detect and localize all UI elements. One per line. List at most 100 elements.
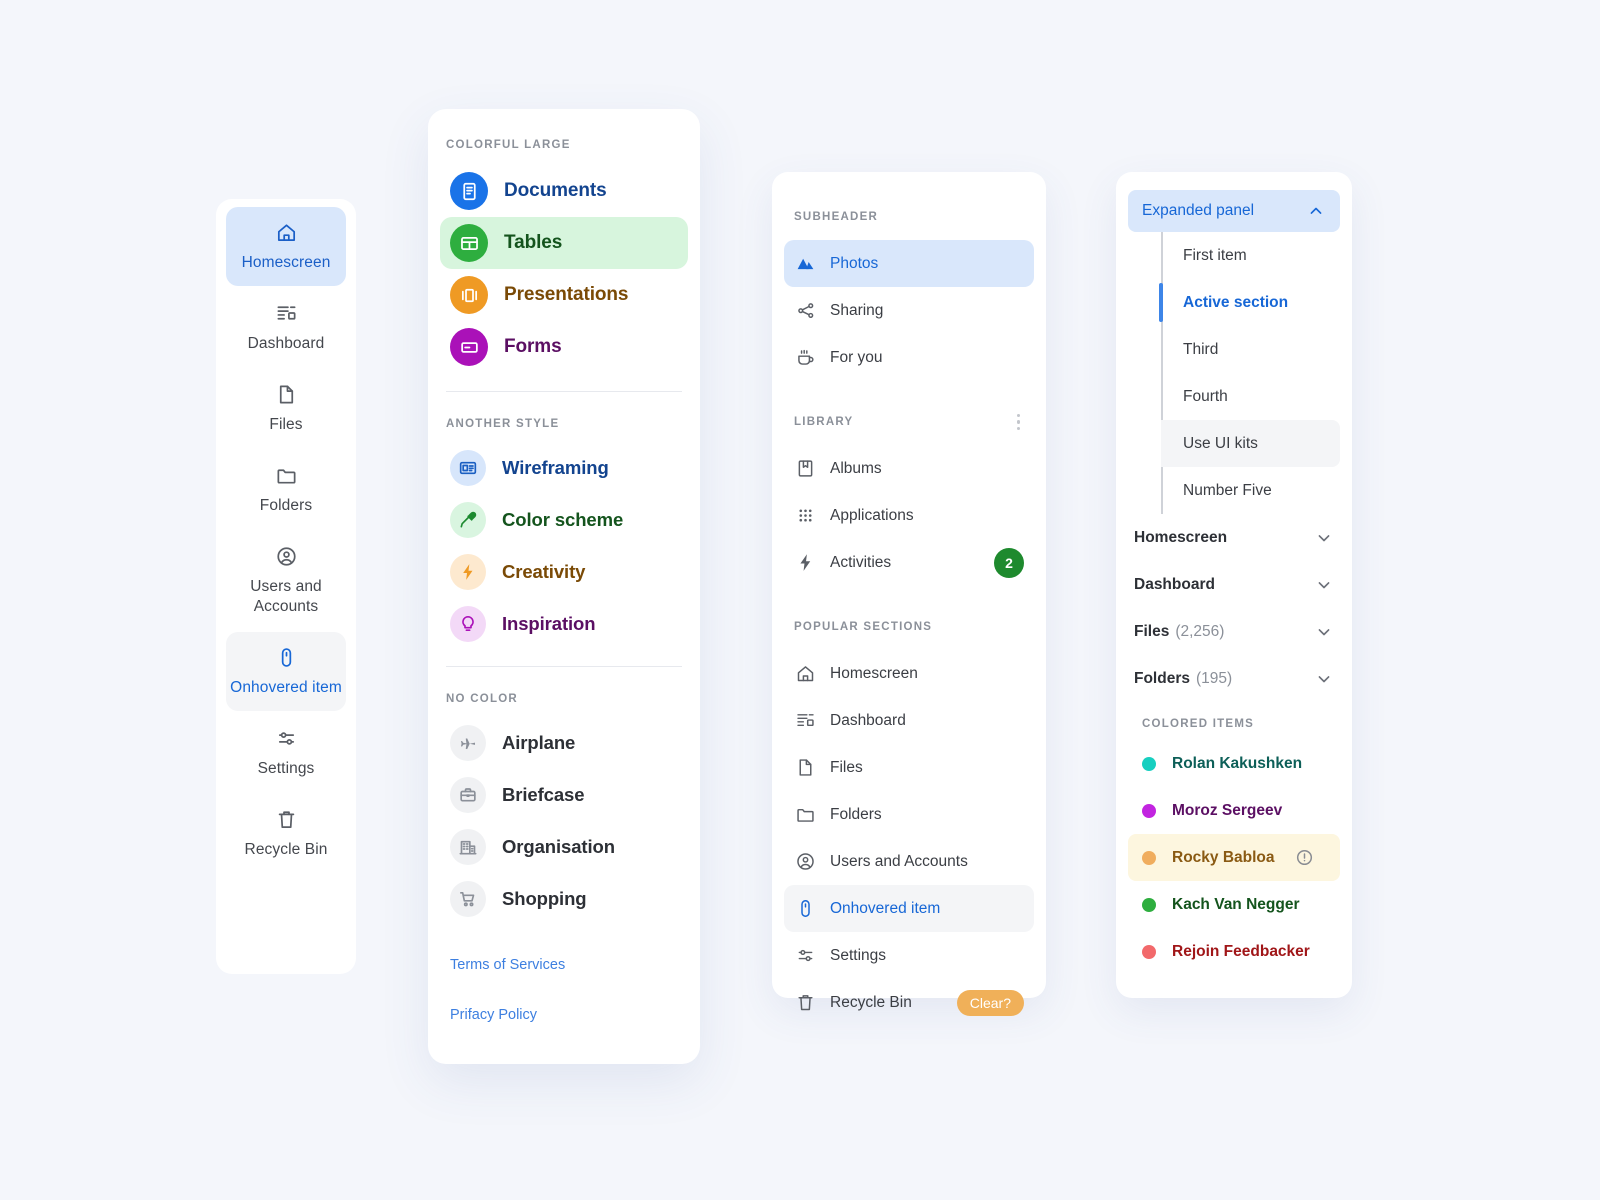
- nav-item-activities[interactable]: Activities 2: [784, 539, 1034, 586]
- notification-badge: 2: [994, 547, 1024, 578]
- nav-item-settings[interactable]: Settings: [784, 932, 1034, 979]
- colorful-item-documents[interactable]: Documents: [440, 165, 688, 217]
- section-label-colored-items: Colored items: [1142, 718, 1255, 730]
- chevron-down-icon[interactable]: [1314, 669, 1334, 689]
- folder-icon: [794, 804, 816, 825]
- tree-item-use-ui-kits[interactable]: Use UI kits: [1161, 420, 1340, 467]
- nav-item-for-you[interactable]: For you: [784, 334, 1034, 381]
- rail-item-label: Folders: [259, 497, 313, 514]
- footer-links: Terms of Services Prifacy Policy: [440, 951, 688, 1029]
- expanded-panel-header[interactable]: Expanded panel: [1128, 190, 1340, 232]
- tree-group-dashboard[interactable]: Dashboard: [1128, 561, 1340, 608]
- tree-item-fourth[interactable]: Fourth: [1161, 373, 1340, 420]
- rail-item-settings[interactable]: Settings: [226, 713, 346, 792]
- nav-item-dashboard[interactable]: Dashboard: [784, 697, 1034, 744]
- colorful-item-label: Shopping: [502, 888, 587, 909]
- tree-item-number-five[interactable]: Number Five: [1161, 467, 1340, 514]
- nav-item-label: Onhovered item: [830, 899, 941, 917]
- colorful-item-creativity[interactable]: Creativity: [440, 546, 688, 598]
- colorful-item-label: Wireframing: [502, 457, 609, 478]
- rail-item-files[interactable]: Files: [226, 369, 346, 448]
- nav-item-label: Activities: [830, 553, 892, 571]
- alert-circle-icon[interactable]: [1295, 848, 1314, 867]
- colored-item-label: Moroz Sergeev: [1172, 801, 1283, 819]
- nav-item-applications[interactable]: Applications: [784, 492, 1034, 539]
- tree-group-folders[interactable]: Folders (195): [1128, 655, 1340, 702]
- rail-item-folders[interactable]: Folders: [226, 450, 346, 529]
- color-dot: [1142, 897, 1156, 912]
- rail-item-homescreen[interactable]: Homescreen: [226, 207, 346, 286]
- colorful-item-label: Forms: [504, 336, 562, 357]
- nav-item-photos[interactable]: Photos: [784, 240, 1034, 287]
- tree-item-third[interactable]: Third: [1161, 326, 1340, 373]
- colorful-item-wireframing[interactable]: Wireframing: [440, 442, 688, 494]
- nav-item-albums[interactable]: Albums: [784, 445, 1034, 492]
- colored-item-moroz-sergeev[interactable]: Moroz Sergeev: [1128, 787, 1340, 834]
- nav-item-label: Sharing: [830, 301, 884, 319]
- colored-item-label: Kach Van Negger: [1172, 895, 1300, 913]
- album-icon: [794, 458, 816, 479]
- tree-item-active-section[interactable]: Active section: [1159, 279, 1340, 326]
- nav-item-onhovered-item[interactable]: Onhovered item: [784, 885, 1034, 932]
- rail-item-label: Files: [269, 416, 303, 433]
- tree-item-label: First item: [1183, 246, 1247, 264]
- colorful-item-airplane[interactable]: Airplane: [440, 717, 688, 769]
- rail-item-label: Users and Accounts: [250, 578, 322, 615]
- rail-item-recycle-bin[interactable]: Recycle Bin: [226, 794, 346, 873]
- colorful-item-tables[interactable]: Tables: [440, 217, 688, 269]
- colored-item-rocky-babloa[interactable]: Rocky Babloa: [1128, 834, 1340, 881]
- section-label-library: Library: [794, 416, 854, 428]
- colorful-item-label: Inspiration: [502, 613, 596, 634]
- nav-item-files[interactable]: Files: [784, 744, 1034, 791]
- chevron-down-icon[interactable]: [1314, 622, 1334, 642]
- nav-item-folders[interactable]: Folders: [784, 791, 1034, 838]
- chevron-down-icon[interactable]: [1314, 528, 1334, 548]
- color-dot: [1142, 850, 1156, 865]
- dashboard-icon: [794, 710, 816, 731]
- colored-item-rejoin-feedbacker[interactable]: Rejoin Feedbacker: [1128, 928, 1340, 975]
- section-divider: [446, 666, 682, 667]
- nav-item-homescreen[interactable]: Homescreen: [784, 650, 1034, 697]
- cart-icon: [450, 881, 486, 917]
- footer-link-prifacy-policy[interactable]: Prifacy Policy: [440, 1001, 688, 1029]
- form-icon: [450, 328, 488, 366]
- rail-item-users-and-accounts[interactable]: Users and Accounts: [226, 531, 346, 630]
- nav-item-sharing[interactable]: Sharing: [784, 287, 1034, 334]
- more-vertical-icon[interactable]: [1013, 410, 1025, 435]
- nav-item-label: Photos: [830, 254, 879, 272]
- tree-group-files[interactable]: Files (2,256): [1128, 608, 1340, 655]
- trash-icon: [794, 992, 816, 1013]
- tree-item-label: Active section: [1183, 293, 1289, 311]
- colorful-item-presentations[interactable]: Presentations: [440, 269, 688, 321]
- tree-group-homescreen[interactable]: Homescreen: [1128, 514, 1340, 561]
- colorful-item-inspiration[interactable]: Inspiration: [440, 598, 688, 650]
- chevron-up-icon[interactable]: [1306, 201, 1326, 221]
- share-icon: [794, 300, 816, 321]
- colorful-item-forms[interactable]: Forms: [440, 321, 688, 373]
- home-icon: [794, 663, 816, 684]
- section-header-subheader: Subheader: [784, 200, 1034, 234]
- colored-item-kach-van-negger[interactable]: Kach Van Negger: [1128, 881, 1340, 928]
- colorful-item-color-scheme[interactable]: Color scheme: [440, 494, 688, 546]
- nav-item-label: Dashboard: [830, 711, 906, 729]
- section-label-subheader: Subheader: [794, 211, 879, 223]
- footer-link-terms-of-services[interactable]: Terms of Services: [440, 951, 688, 979]
- sections-navigation: Subheader Photos Sharing For you Library Albu…: [772, 172, 1046, 1016]
- nav-item-users-and-accounts[interactable]: Users and Accounts: [784, 838, 1034, 885]
- tree-item-first-item[interactable]: First item: [1161, 232, 1340, 279]
- section-label-another-style: Another style: [446, 418, 560, 430]
- tree-group-left: Homescreen: [1134, 529, 1227, 547]
- tree-group-label: Folders: [1134, 669, 1190, 687]
- clear-pill-button[interactable]: Clear?: [956, 989, 1024, 1016]
- rail-item-label: Onhovered item: [230, 679, 342, 696]
- rail-item-dashboard[interactable]: Dashboard: [226, 288, 346, 367]
- colored-item-rolan-kakushken[interactable]: Rolan Kakushken: [1128, 740, 1340, 787]
- nav-item-recycle-bin[interactable]: Recycle Bin Clear?: [784, 979, 1034, 1026]
- colorful-item-shopping[interactable]: Shopping: [440, 873, 688, 925]
- trash-icon: [275, 808, 298, 831]
- colorful-item-organisation[interactable]: Organisation: [440, 821, 688, 873]
- rail-item-label: Settings: [257, 760, 315, 777]
- rail-item-onhovered-item[interactable]: Onhovered item: [226, 632, 346, 711]
- colorful-item-briefcase[interactable]: Briefcase: [440, 769, 688, 821]
- chevron-down-icon[interactable]: [1314, 575, 1334, 595]
